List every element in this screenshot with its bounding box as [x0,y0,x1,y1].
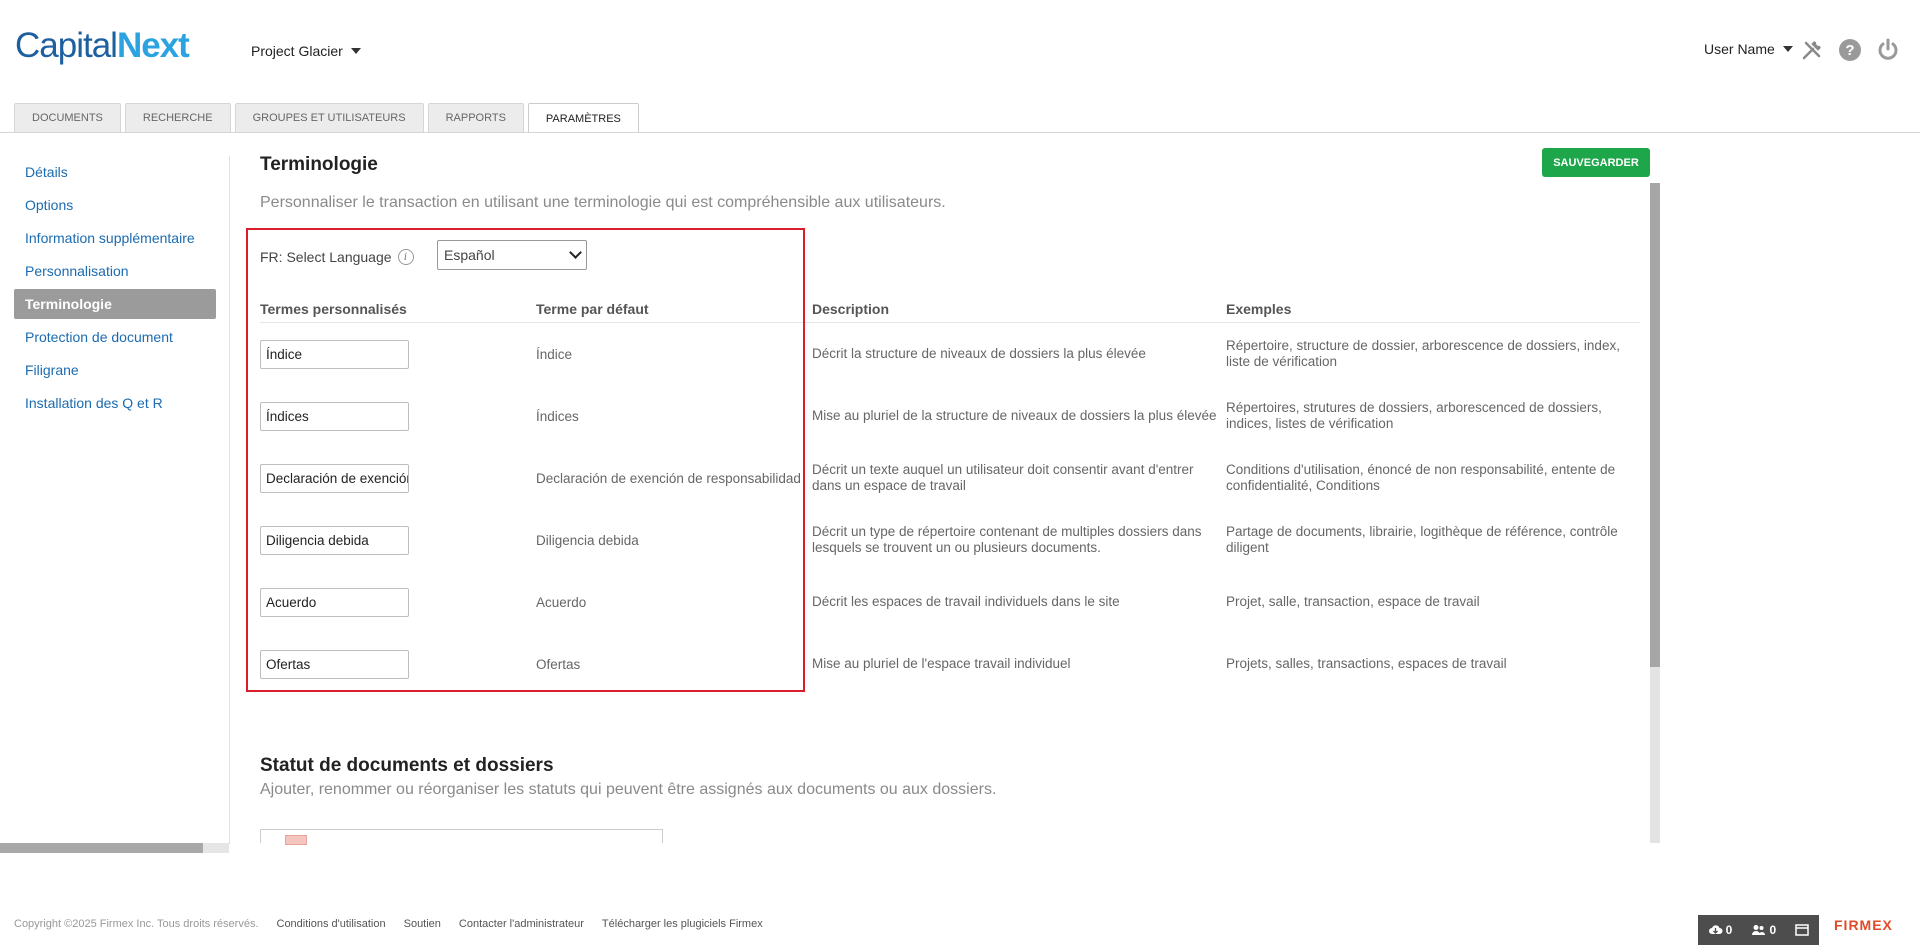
footer-link-conditions[interactable]: Conditions d'utilisation [277,918,386,930]
activity-counters: 0 0 [1698,915,1819,945]
users-counter[interactable]: 0 [1751,923,1776,937]
status-section-subtitle: Ajouter, renommer ou réorganiser les sta… [260,781,997,798]
tab-parametres[interactable]: PARAMÈTRES [527,103,639,133]
term-description: Décrit un type de répertoire contenant d… [812,524,1202,555]
sidebar-item-filigrane[interactable]: Filigrane [14,355,216,385]
download-counter[interactable]: 0 [1708,923,1733,937]
sidebar-scrollbar-thumb[interactable] [0,843,203,853]
status-section-title: Statut de documents et dossiers [260,755,554,776]
page-subtitle: Personnaliser le transaction en utilisan… [260,194,946,211]
firmex-logo[interactable]: FIRMEX [1834,917,1893,933]
sidebar-item-personnalisation[interactable]: Personnalisation [14,256,216,286]
vertical-divider [229,156,230,844]
save-button[interactable]: SAUVEGARDER [1542,148,1650,177]
term-examples: Partage de documents, librairie, logithè… [1226,524,1618,555]
sidebar-item-protection[interactable]: Protection de document [14,322,216,352]
user-name: User Name [1704,41,1775,57]
user-menu[interactable]: User Name [1704,41,1793,57]
tab-groupes-utilisateurs[interactable]: GROUPES ET UTILISATEURS [234,103,424,132]
tab-divider [0,132,1920,133]
tools-icon[interactable] [1800,38,1824,62]
svg-text:?: ? [1845,42,1854,59]
sidebar-item-information[interactable]: Information supplémentaire [14,223,216,253]
highlight-box [246,228,805,692]
term-examples: Projet, salle, transaction, espace de tr… [1226,594,1480,609]
footer: Copyright ©2025 Firmex Inc. Tous droits … [14,918,763,930]
footer-link-contact[interactable]: Contacter l'administrateur [459,918,584,930]
header-description: Description [812,301,890,317]
logo-next: Next [116,26,190,65]
tab-documents[interactable]: DOCUMENTS [14,103,121,132]
footer-link-plugins[interactable]: Télécharger les plugiciels Firmex [602,918,763,930]
project-selector[interactable]: Project Glacier [251,43,361,59]
page-title: Terminologie [260,154,378,175]
copyright: Copyright ©2025 Firmex Inc. Tous droits … [14,918,259,930]
chevron-down-icon [350,48,361,54]
term-description: Mise au pluriel de la structure de nivea… [812,408,1217,423]
term-description: Décrit un texte auquel un utilisateur do… [812,462,1194,493]
tab-recherche[interactable]: RECHERCHE [124,103,231,132]
term-examples: Répertoires, strutures de dossiers, arbo… [1226,400,1602,431]
header: CapitalNext Project Glacier User Name ? [0,0,1920,100]
users-count: 0 [1769,923,1777,937]
power-icon[interactable] [1876,38,1900,62]
footer-link-soutien[interactable]: Soutien [404,918,441,930]
help-icon[interactable]: ? [1838,38,1862,62]
project-label: Project Glacier [251,43,343,59]
term-examples: Répertoire, structure de dossier, arbore… [1226,338,1620,369]
sidebar-item-terminologie[interactable]: Terminologie [14,289,216,319]
settings-sidebar: Détails Options Information supplémentai… [14,157,216,421]
capitalnext-logo[interactable]: CapitalNext [15,26,190,66]
tab-rapports[interactable]: RAPPORTS [427,103,524,132]
term-description: Décrit les espaces de travail individuel… [812,594,1120,609]
users-icon [1752,925,1766,935]
status-list-item[interactable] [260,829,663,845]
sidebar-item-qr[interactable]: Installation des Q et R [14,388,216,418]
cloud-download-icon [1708,925,1723,934]
term-examples: Projets, salles, transactions, espaces d… [1226,656,1507,671]
sidebar-scrollbar[interactable] [0,843,229,853]
status-color-swatch[interactable] [285,835,307,845]
download-count: 0 [1725,923,1733,937]
sidebar-item-details[interactable]: Détails [14,157,216,187]
sidebar-item-options[interactable]: Options [14,190,216,220]
term-description: Mise au pluriel de l'espace travail indi… [812,656,1071,671]
term-examples: Conditions d'utilisation, énoncé de non … [1226,462,1616,493]
logo-capital: Capital [15,26,118,65]
main-tabs: DOCUMENTS RECHERCHE GROUPES ET UTILISATE… [14,103,639,133]
chevron-down-icon [1782,46,1793,52]
main-scrollbar-thumb[interactable] [1650,183,1660,667]
header-examples: Exemples [1226,301,1292,317]
window-icon[interactable] [1795,924,1810,936]
top-icons: ? [1800,38,1900,62]
term-description: Décrit la structure de niveaux de dossie… [812,346,1146,361]
